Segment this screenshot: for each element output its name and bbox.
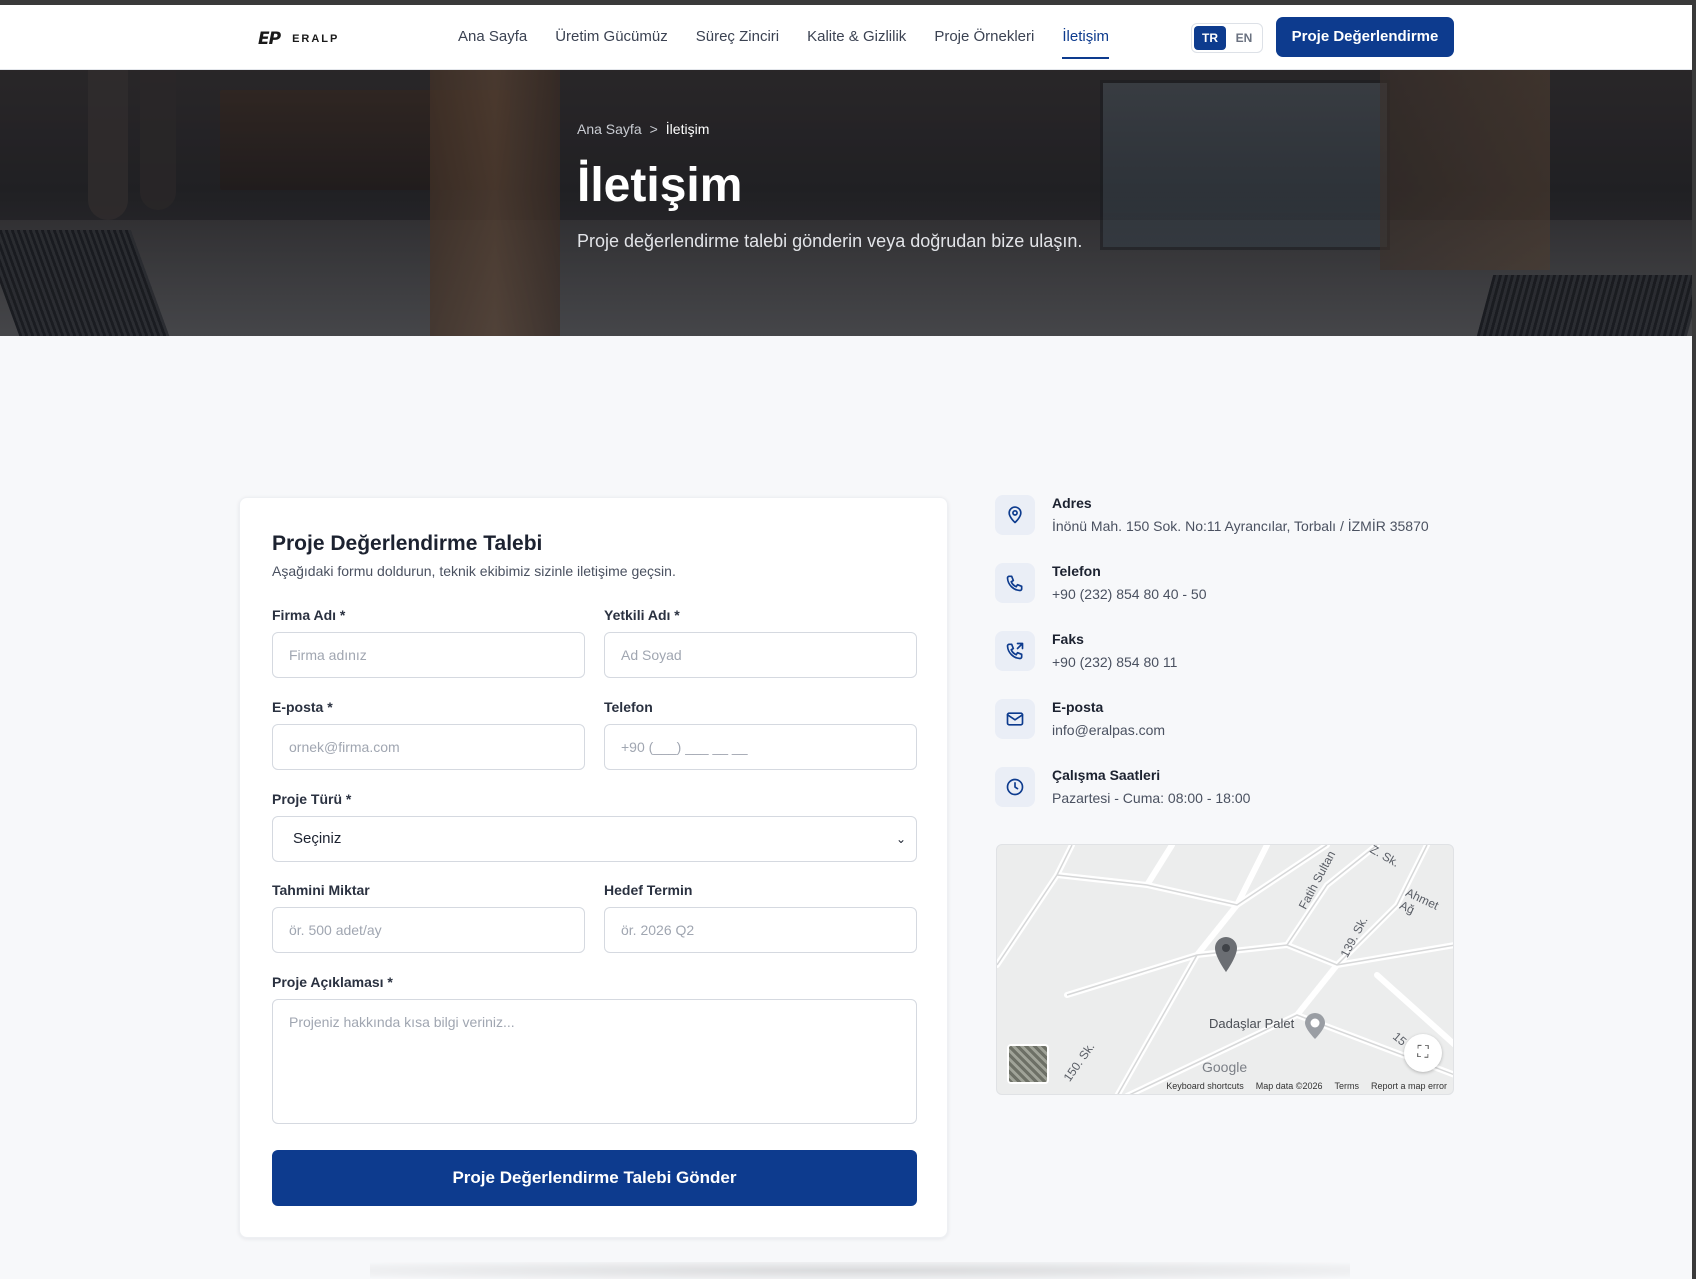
chevron-down-icon: ⌄ bbox=[895, 832, 906, 846]
submit-button[interactable]: Proje Değerlendirme Talebi Gönder bbox=[272, 1150, 917, 1206]
nav-item-contact[interactable]: İletişim bbox=[1062, 5, 1109, 69]
keyboard-shortcuts-link[interactable]: Keyboard shortcuts bbox=[1166, 1081, 1244, 1091]
language-switcher: TR EN bbox=[1191, 23, 1263, 53]
phone-label: Telefon bbox=[604, 699, 653, 715]
company-label: Firma Adı * bbox=[272, 607, 346, 623]
nav-item-quality[interactable]: Kalite & Gizlilik bbox=[807, 5, 906, 69]
phone-input[interactable] bbox=[604, 724, 917, 770]
terms-link[interactable]: Terms bbox=[1334, 1081, 1359, 1091]
nav-item-production[interactable]: Üretim Gücümüz bbox=[555, 5, 668, 69]
form-title: Proje Değerlendirme Talebi bbox=[272, 532, 543, 555]
contact-address: Adres İnönü Mah. 150 Sok. No:11 Ayrancıl… bbox=[995, 495, 1455, 551]
form-subtitle: Aşağıdaki formu doldurun, teknik ekibimi… bbox=[272, 563, 676, 579]
place-label[interactable]: Dadaşlar Palet bbox=[1209, 1016, 1294, 1031]
google-logo: Google bbox=[1202, 1059, 1248, 1075]
nav-item-projects[interactable]: Proje Örnekleri bbox=[934, 5, 1034, 69]
fax-value: +90 (232) 854 80 11 bbox=[1052, 654, 1178, 670]
site-header: EP ERALP Ana Sayfa Üretim Gücümüz Süreç … bbox=[0, 5, 1692, 70]
lang-en-button[interactable]: EN bbox=[1228, 26, 1260, 50]
hours-label: Çalışma Saatleri bbox=[1052, 767, 1161, 783]
clock-icon bbox=[995, 767, 1035, 807]
map-pin-icon bbox=[995, 495, 1035, 535]
map-footer: Keyboard shortcuts Map data ©2026 Terms … bbox=[1166, 1081, 1447, 1091]
satellite-toggle[interactable] bbox=[1007, 1044, 1049, 1084]
window-right-border bbox=[1692, 0, 1696, 1279]
company-input[interactable] bbox=[272, 632, 585, 678]
quantity-label: Tahmini Miktar bbox=[272, 882, 370, 898]
address-value: İnönü Mah. 150 Sok. No:11 Ayrancılar, To… bbox=[1052, 518, 1429, 534]
main-nav: Ana Sayfa Üretim Gücümüz Süreç Zinciri K… bbox=[458, 5, 1137, 69]
contact-name-input[interactable] bbox=[604, 632, 917, 678]
mail-icon bbox=[995, 699, 1035, 739]
logo-mark: EP bbox=[258, 29, 281, 49]
phone-info-value[interactable]: +90 (232) 854 80 40 - 50 bbox=[1052, 586, 1207, 602]
google-map[interactable]: Fatih Sultan Z. Sk. Ahmet Ağ 139. Sk. 15… bbox=[996, 844, 1454, 1095]
map-data-text: Map data ©2026 bbox=[1255, 1081, 1323, 1091]
phone-info-label: Telefon bbox=[1052, 563, 1101, 579]
contact-name-label: Yetkili Adı * bbox=[604, 607, 680, 623]
breadcrumb-home[interactable]: Ana Sayfa bbox=[577, 121, 642, 137]
email-info-value[interactable]: info@eralpas.com bbox=[1052, 722, 1165, 738]
contact-fax: Faks +90 (232) 854 80 11 bbox=[995, 631, 1455, 687]
breadcrumb-separator: > bbox=[649, 121, 658, 137]
project-request-form: Proje Değerlendirme Talebi Aşağıdaki for… bbox=[239, 497, 948, 1238]
email-input[interactable] bbox=[272, 724, 585, 770]
section-shadow bbox=[370, 1262, 1350, 1279]
contact-phone: Telefon +90 (232) 854 80 40 - 50 bbox=[995, 563, 1455, 619]
location-pin-icon[interactable] bbox=[1213, 935, 1239, 973]
project-evaluation-button[interactable]: Proje Değerlendirme bbox=[1276, 17, 1454, 57]
page-title: İletişim bbox=[577, 159, 743, 212]
email-label: E-posta * bbox=[272, 699, 333, 715]
breadcrumb: Ana Sayfa > İletişim bbox=[577, 121, 709, 137]
fullscreen-icon[interactable]: ⛶ bbox=[1404, 1034, 1442, 1072]
email-info-label: E-posta bbox=[1052, 699, 1104, 715]
nav-item-process[interactable]: Süreç Zinciri bbox=[696, 5, 779, 69]
deadline-label: Hedef Termin bbox=[604, 882, 693, 898]
description-textarea[interactable] bbox=[272, 999, 917, 1124]
quantity-input[interactable] bbox=[272, 907, 585, 953]
logo-text: ERALP bbox=[292, 33, 340, 45]
report-error-link[interactable]: Report a map error bbox=[1371, 1081, 1447, 1091]
phone-icon bbox=[995, 563, 1035, 603]
project-type-select[interactable]: Seçiniz ⌄ bbox=[272, 816, 917, 862]
hours-value: Pazartesi - Cuma: 08:00 - 18:00 bbox=[1052, 790, 1251, 806]
contact-hours: Çalışma Saatleri Pazartesi - Cuma: 08:00… bbox=[995, 767, 1455, 823]
nav-item-home[interactable]: Ana Sayfa bbox=[458, 5, 527, 69]
phone-forward-icon bbox=[995, 631, 1035, 671]
contact-email: E-posta info@eralpas.com bbox=[995, 699, 1455, 755]
description-label: Proje Açıklaması * bbox=[272, 974, 393, 990]
lang-tr-button[interactable]: TR bbox=[1194, 26, 1226, 50]
project-type-label: Proje Türü * bbox=[272, 791, 352, 807]
address-label: Adres bbox=[1052, 495, 1092, 511]
hero-overlay bbox=[0, 70, 1692, 336]
page-subtitle: Proje değerlendirme talebi gönderin veya… bbox=[577, 231, 1083, 251]
logo[interactable]: EP ERALP bbox=[258, 29, 339, 49]
place-marker-icon[interactable] bbox=[1303, 1012, 1327, 1040]
breadcrumb-current: İletişim bbox=[665, 121, 710, 137]
hero-banner: Ana Sayfa > İletişim İletişim Proje değe… bbox=[0, 70, 1692, 336]
fax-label: Faks bbox=[1052, 631, 1084, 647]
project-type-value: Seçiniz bbox=[293, 830, 342, 847]
deadline-input[interactable] bbox=[604, 907, 917, 953]
